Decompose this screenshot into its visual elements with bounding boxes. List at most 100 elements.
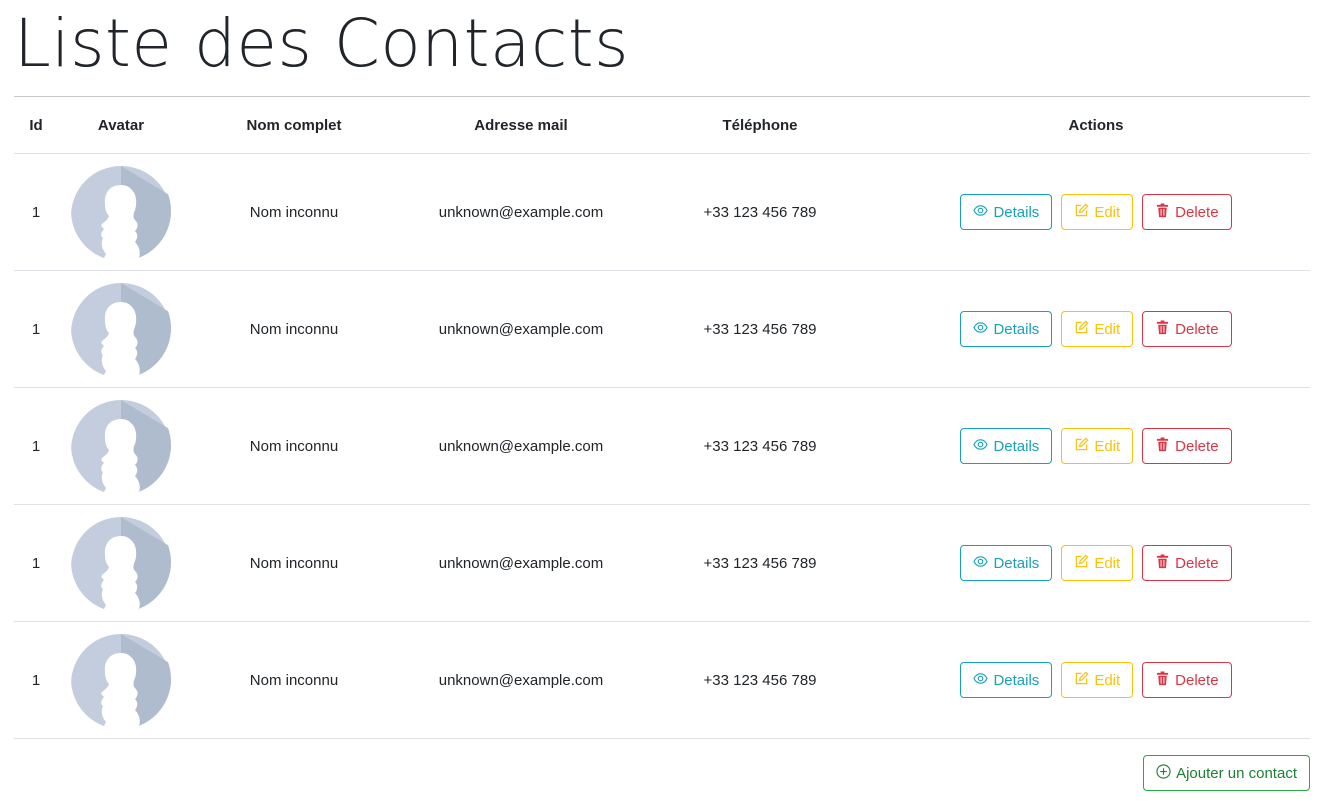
- contact-phone: +33 123 456 789: [703, 671, 817, 689]
- cell-email: unknown@example.com: [404, 504, 638, 622]
- cell-id: 1: [14, 621, 58, 739]
- header-phone: Téléphone: [638, 97, 882, 154]
- edit-label: Edit: [1094, 437, 1121, 455]
- details-button[interactable]: Details: [960, 194, 1053, 230]
- edit-button[interactable]: Edit: [1061, 545, 1134, 581]
- add-contact-label: Ajouter un contact: [1176, 764, 1297, 782]
- contact-name: Nom inconnu: [249, 320, 339, 338]
- contact-email: unknown@example.com: [438, 320, 604, 338]
- cell-avatar: [58, 153, 184, 271]
- delete-label: Delete: [1175, 437, 1219, 455]
- trash-icon: [1155, 670, 1170, 690]
- cell-avatar: [58, 270, 184, 388]
- header-row: Id Avatar Nom complet Adresse mail Télép…: [14, 97, 1310, 154]
- pencil-square-icon: [1074, 437, 1089, 456]
- cell-phone: +33 123 456 789: [638, 621, 882, 739]
- details-label: Details: [993, 437, 1040, 455]
- trash-icon: [1155, 436, 1170, 456]
- contact-phone: +33 123 456 789: [703, 554, 817, 572]
- eye-icon: [973, 671, 989, 690]
- pencil-square-icon: [1074, 320, 1089, 339]
- add-contact-button[interactable]: Ajouter un contact: [1143, 755, 1310, 791]
- details-button[interactable]: Details: [960, 662, 1053, 698]
- table-row: 1 Nom inconnu unknown@example.com +33 12…: [14, 270, 1310, 388]
- cell-email: unknown@example.com: [404, 153, 638, 271]
- details-button[interactable]: Details: [960, 428, 1053, 464]
- details-button[interactable]: Details: [960, 311, 1053, 347]
- table-row: 1 Nom inconnu unknown@example.com +33 12…: [14, 504, 1310, 622]
- contact-id: 1: [31, 554, 41, 572]
- contact-name: Nom inconnu: [249, 437, 339, 455]
- edit-button[interactable]: Edit: [1061, 194, 1134, 230]
- header-full-name: Nom complet: [184, 97, 404, 154]
- details-button[interactable]: Details: [960, 545, 1053, 581]
- edit-label: Edit: [1094, 671, 1121, 689]
- edit-button[interactable]: Edit: [1061, 428, 1134, 464]
- edit-label: Edit: [1094, 554, 1121, 572]
- cell-email: unknown@example.com: [404, 621, 638, 739]
- table-row: 1 Nom inconnu unknown@example.com +33 12…: [14, 387, 1310, 505]
- delete-button[interactable]: Delete: [1142, 545, 1232, 581]
- header-email: Adresse mail: [404, 97, 638, 154]
- default-avatar-icon: [71, 634, 171, 729]
- delete-label: Delete: [1175, 203, 1219, 221]
- cell-avatar: [58, 387, 184, 505]
- details-label: Details: [993, 554, 1040, 572]
- contacts-table: Id Avatar Nom complet Adresse mail Télép…: [14, 97, 1310, 739]
- cell-actions: Details Edit Delete: [882, 153, 1310, 271]
- cell-phone: +33 123 456 789: [638, 504, 882, 622]
- header-actions: Actions: [882, 97, 1310, 154]
- cell-avatar: [58, 504, 184, 622]
- eye-icon: [973, 320, 989, 339]
- row-actions: Details Edit Delete: [960, 545, 1232, 581]
- cell-email: unknown@example.com: [404, 270, 638, 388]
- table-body: 1 Nom inconnu unknown@example.com +33 12…: [14, 153, 1310, 739]
- eye-icon: [973, 554, 989, 573]
- page: Liste des Contacts Id Avatar Nom complet…: [0, 0, 1337, 791]
- delete-button[interactable]: Delete: [1142, 194, 1232, 230]
- delete-button[interactable]: Delete: [1142, 428, 1232, 464]
- cell-full-name: Nom inconnu: [184, 504, 404, 622]
- contact-email: unknown@example.com: [438, 671, 604, 689]
- trash-icon: [1155, 202, 1170, 222]
- cell-actions: Details Edit Delete: [882, 504, 1310, 622]
- default-avatar-icon: [71, 166, 171, 261]
- cell-full-name: Nom inconnu: [184, 387, 404, 505]
- row-actions: Details Edit Delete: [960, 311, 1232, 347]
- details-label: Details: [993, 671, 1040, 689]
- footer-bar: Ajouter un contact: [14, 755, 1310, 791]
- contact-phone: +33 123 456 789: [703, 437, 817, 455]
- table-header: Id Avatar Nom complet Adresse mail Télép…: [14, 97, 1310, 154]
- cell-actions: Details Edit Delete: [882, 270, 1310, 388]
- row-actions: Details Edit Delete: [960, 428, 1232, 464]
- edit-label: Edit: [1094, 203, 1121, 221]
- contact-phone: +33 123 456 789: [703, 320, 817, 338]
- default-avatar-icon: [71, 400, 171, 495]
- cell-email: unknown@example.com: [404, 387, 638, 505]
- delete-button[interactable]: Delete: [1142, 662, 1232, 698]
- eye-icon: [973, 203, 989, 222]
- table-row: 1 Nom inconnu unknown@example.com +33 12…: [14, 153, 1310, 271]
- header-avatar: Avatar: [58, 97, 184, 154]
- cell-id: 1: [14, 387, 58, 505]
- row-actions: Details Edit Delete: [960, 194, 1232, 230]
- cell-phone: +33 123 456 789: [638, 153, 882, 271]
- edit-button[interactable]: Edit: [1061, 311, 1134, 347]
- table-row: 1 Nom inconnu unknown@example.com +33 12…: [14, 621, 1310, 739]
- edit-button[interactable]: Edit: [1061, 662, 1134, 698]
- trash-icon: [1155, 319, 1170, 339]
- cell-full-name: Nom inconnu: [184, 270, 404, 388]
- delete-label: Delete: [1175, 671, 1219, 689]
- cell-id: 1: [14, 504, 58, 622]
- contact-name: Nom inconnu: [249, 554, 339, 572]
- trash-icon: [1155, 553, 1170, 573]
- cell-phone: +33 123 456 789: [638, 387, 882, 505]
- delete-button[interactable]: Delete: [1142, 311, 1232, 347]
- default-avatar-icon: [71, 517, 171, 612]
- contact-email: unknown@example.com: [438, 203, 604, 221]
- pencil-square-icon: [1074, 554, 1089, 573]
- contact-id: 1: [31, 320, 41, 338]
- contact-email: unknown@example.com: [438, 554, 604, 572]
- delete-label: Delete: [1175, 554, 1219, 572]
- contact-phone: +33 123 456 789: [703, 203, 817, 221]
